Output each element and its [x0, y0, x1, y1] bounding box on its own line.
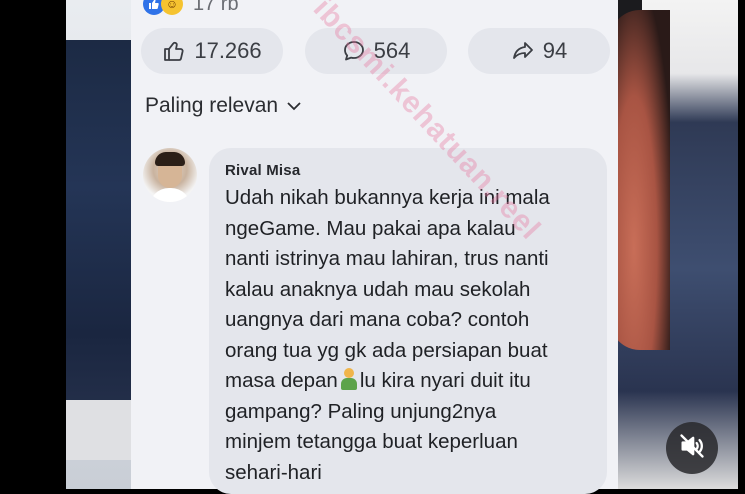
- sort-label: Paling relevan: [145, 94, 279, 117]
- comment-author[interactable]: Rival Misa: [225, 162, 593, 179]
- like-count: 17.266: [194, 38, 262, 63]
- share-count: 94: [542, 38, 568, 63]
- comment-text-fragment: masa depan: [225, 369, 338, 392]
- share-button[interactable]: 94: [468, 28, 610, 74]
- comment-line: Udah nikah bukannya kerja ini mala: [225, 186, 550, 209]
- facebook-screenshot: ☺ 17 rb 17.266 564 94 Paling relevan Riv…: [131, 0, 618, 494]
- comment-line: nanti istrinya mau lahiran, trus nanti: [225, 247, 549, 270]
- comment-bubble: Rival Misa Udah nikah bukannya kerja ini…: [209, 148, 607, 494]
- speaker-muted-icon: [678, 432, 706, 465]
- background-left-panel: [66, 40, 136, 460]
- chevron-down-icon: [286, 98, 302, 114]
- avatar[interactable]: [143, 148, 197, 202]
- comment-line: orang tua yg gk ada persiapan buat: [225, 338, 548, 362]
- comment-line: uangnya dari mana coba? contoh: [225, 308, 530, 331]
- thumbs-up-icon: [162, 39, 186, 63]
- comment-text-fragment: lu kira nyari duit itu: [359, 369, 531, 392]
- comment-count: 564: [373, 38, 411, 63]
- comment-line: masa depan lu kira nyari duit itu: [225, 366, 593, 397]
- presenter-ear: [610, 10, 670, 350]
- comment-line: kalau anaknya udah mau sekolah: [225, 277, 531, 301]
- comment-line: sehari-hari: [225, 460, 322, 484]
- comment-bubble-icon: [342, 39, 366, 63]
- haha-reaction-icon: ☺: [161, 0, 183, 15]
- comment-line: ngeGame. Mau pakai apa kalau: [225, 216, 516, 240]
- share-arrow-icon: [511, 39, 535, 63]
- reaction-summary[interactable]: ☺ 17 rb: [143, 0, 239, 16]
- comment-line: minjem tetangga buat keperluan: [225, 430, 518, 453]
- comment-sort-dropdown[interactable]: Paling relevan: [145, 94, 302, 118]
- comment-line: gampang? Paling unjung2nya: [225, 399, 497, 423]
- person-shrug-emoji-icon: [340, 368, 358, 390]
- comment-button[interactable]: 564: [305, 28, 447, 74]
- like-button[interactable]: 17.266: [141, 28, 283, 74]
- mute-button[interactable]: [666, 422, 718, 474]
- reaction-count: 17 rb: [193, 0, 239, 15]
